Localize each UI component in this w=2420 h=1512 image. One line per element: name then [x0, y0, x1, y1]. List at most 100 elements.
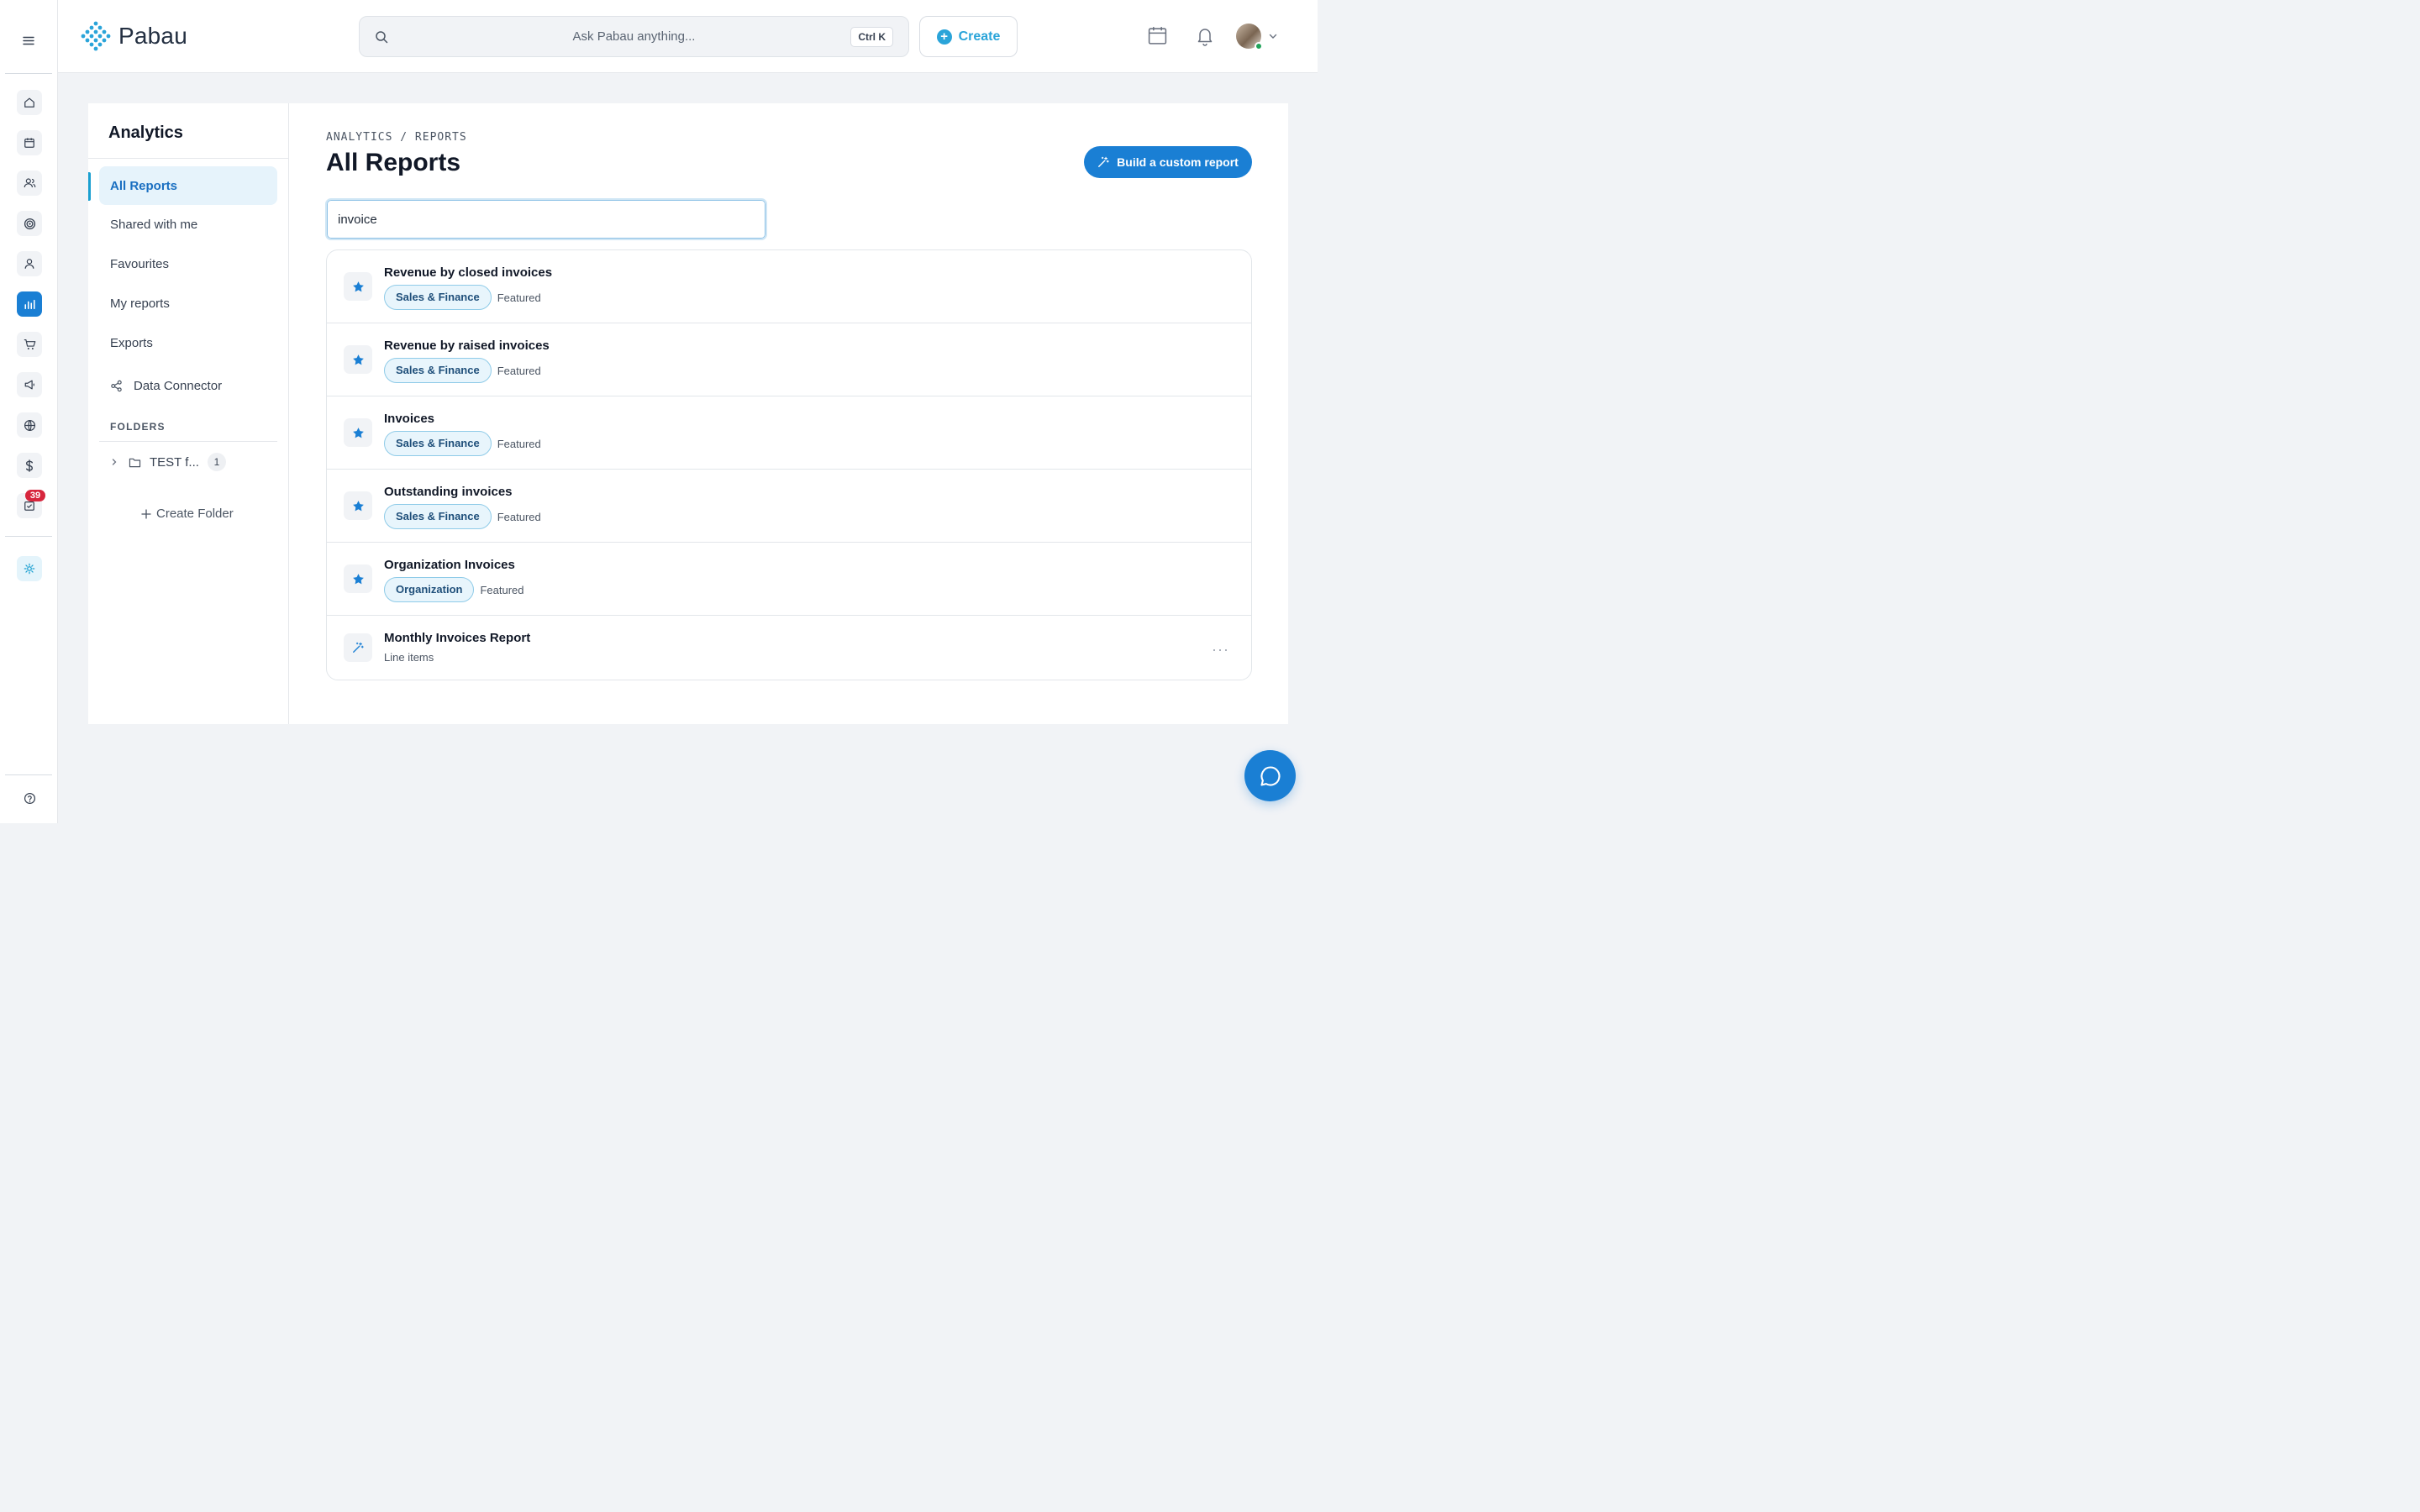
report-title[interactable]: Outstanding invoices	[384, 485, 513, 499]
online-status-indicator	[1255, 42, 1263, 50]
reports-list: Revenue by closed invoices Sales & Finan…	[326, 249, 1252, 680]
report-search-input[interactable]	[325, 198, 767, 240]
category-tag[interactable]: Sales & Finance	[384, 285, 492, 310]
subnav-item-label: All Reports	[110, 178, 178, 193]
pabau-logo[interactable]: Pabau	[80, 21, 187, 51]
sun-icon[interactable]	[17, 556, 42, 581]
help-icon[interactable]	[17, 785, 42, 811]
active-indicator	[88, 172, 91, 201]
build-custom-report-button[interactable]: Build a custom report	[1084, 146, 1252, 178]
analytics-subnav: Analytics All Reports Shared with me Fav…	[88, 103, 289, 724]
report-row[interactable]: Outstanding invoices Sales & Finance Fea…	[327, 470, 1251, 543]
global-search-input[interactable]: Ask Pabau anything... Ctrl K	[359, 16, 909, 57]
subnav-item-data-connector[interactable]: Data Connector	[99, 366, 277, 405]
calendar-icon[interactable]	[1147, 25, 1168, 46]
search-shortcut-badge: Ctrl K	[850, 27, 893, 47]
folders-divider	[99, 441, 277, 442]
report-tags: Organization Featured	[384, 577, 524, 602]
megaphone-icon[interactable]	[17, 372, 42, 397]
subnav-item-all-reports[interactable]: All Reports	[99, 166, 277, 205]
user-icon[interactable]	[17, 251, 42, 276]
subnav-item-shared-with-me[interactable]: Shared with me	[99, 205, 277, 244]
create-folder-label: Create Folder	[156, 507, 234, 521]
featured-label: Featured	[497, 437, 541, 450]
subnav-item-exports[interactable]: Exports	[99, 323, 277, 362]
plus-icon	[141, 508, 151, 519]
report-title[interactable]: Revenue by closed invoices	[384, 265, 552, 280]
report-tags: Sales & Finance Featured	[384, 358, 541, 383]
subnav-item-label: Exports	[110, 335, 153, 350]
breadcrumb: ANALYTICS / REPORTS	[326, 131, 467, 144]
subnav-item-label: Data Connector	[134, 378, 223, 393]
chevron-down-icon[interactable]	[1268, 31, 1278, 41]
report-title[interactable]: Organization Invoices	[384, 558, 515, 572]
folders-heading: FOLDERS	[110, 421, 166, 433]
create-button[interactable]: + Create	[919, 16, 1018, 57]
plus-circle-icon: +	[936, 29, 952, 45]
subnav-title: Analytics	[108, 123, 183, 142]
bell-icon[interactable]	[1195, 25, 1215, 46]
hamburger-menu-icon[interactable]	[20, 32, 37, 49]
folder-count-badge: 1	[207, 453, 226, 471]
report-tags: Sales & Finance Featured	[384, 431, 541, 456]
star-icon[interactable]	[344, 564, 372, 593]
clients-icon[interactable]	[17, 171, 42, 196]
rail-divider	[5, 73, 52, 74]
globe-icon[interactable]	[17, 412, 42, 438]
subnav-item-my-reports[interactable]: My reports	[99, 284, 277, 323]
create-folder-button[interactable]: Create Folder	[141, 507, 234, 521]
report-row[interactable]: Revenue by raised invoices Sales & Finan…	[327, 323, 1251, 396]
subnav-item-label: Shared with me	[110, 217, 198, 232]
share-nodes-icon	[110, 380, 123, 392]
more-options-icon[interactable]: ···	[1212, 641, 1229, 659]
create-button-label: Create	[958, 29, 1001, 44]
chevron-right-icon[interactable]	[110, 458, 118, 466]
search-placeholder: Ask Pabau anything...	[572, 29, 696, 44]
magic-wand-icon	[1097, 156, 1109, 168]
subnav-item-favourites[interactable]: Favourites	[99, 244, 277, 283]
star-icon[interactable]	[344, 345, 372, 374]
folder-icon	[129, 457, 141, 468]
folder-name: TEST f...	[150, 454, 199, 470]
left-rail: 39	[0, 0, 58, 823]
category-tag[interactable]: Organization	[384, 577, 475, 602]
report-row[interactable]: Revenue by closed invoices Sales & Finan…	[327, 250, 1251, 323]
rail-divider	[5, 536, 52, 537]
top-bar: Pabau Ask Pabau anything... Ctrl K + Cre…	[58, 0, 1318, 73]
report-title[interactable]: Revenue by raised invoices	[384, 339, 550, 353]
home-icon[interactable]	[17, 90, 42, 115]
target-icon[interactable]	[17, 211, 42, 236]
star-icon[interactable]	[344, 418, 372, 447]
star-icon[interactable]	[344, 491, 372, 520]
star-icon[interactable]	[344, 272, 372, 301]
cart-icon[interactable]	[17, 332, 42, 357]
analytics-icon[interactable]	[17, 291, 42, 317]
report-tags: Sales & Finance Featured	[384, 504, 541, 529]
magic-wand-icon	[344, 633, 372, 662]
category-tag[interactable]: Sales & Finance	[384, 358, 492, 383]
dollar-icon[interactable]	[17, 453, 42, 478]
tasks-badge: 39	[25, 490, 45, 501]
report-subtitle: Line items	[384, 651, 434, 664]
report-row[interactable]: Organization Invoices Organization Featu…	[327, 543, 1251, 616]
category-tag[interactable]: Sales & Finance	[384, 504, 492, 529]
build-custom-report-label: Build a custom report	[1117, 155, 1239, 169]
subnav-divider	[88, 158, 288, 159]
report-title[interactable]: Invoices	[384, 412, 434, 426]
chat-bubble-icon	[1259, 764, 1282, 788]
rail-divider	[5, 774, 52, 775]
subnav-item-label: My reports	[110, 296, 170, 311]
featured-label: Featured	[497, 291, 541, 304]
chat-button[interactable]	[1244, 750, 1296, 801]
pabau-logo-icon	[81, 21, 111, 51]
featured-label: Featured	[497, 364, 541, 377]
report-tags: Sales & Finance Featured	[384, 285, 541, 310]
report-row[interactable]: Monthly Invoices Report Line items ···	[327, 616, 1251, 680]
calendar-icon[interactable]	[17, 130, 42, 155]
folder-item[interactable]: TEST f... 1	[110, 453, 226, 471]
category-tag[interactable]: Sales & Finance	[384, 431, 492, 456]
subnav-item-label: Favourites	[110, 256, 170, 271]
logo-text: Pabau	[118, 23, 187, 49]
report-title[interactable]: Monthly Invoices Report	[384, 631, 530, 645]
report-row[interactable]: Invoices Sales & Finance Featured	[327, 396, 1251, 470]
